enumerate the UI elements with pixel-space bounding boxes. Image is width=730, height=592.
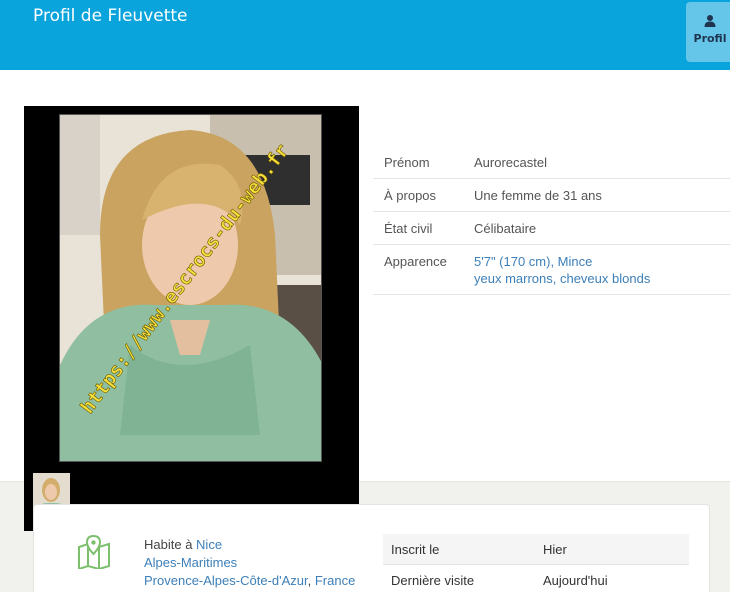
main-photo[interactable]: https://www.escrocs-du-web.fr [59, 114, 322, 462]
appearance-link-1[interactable]: 5'7" (170 cm), Mince [474, 254, 592, 269]
tab-profil-label: Profil [693, 32, 727, 45]
appearance-value: 5'7" (170 cm), Mince yeux marrons, cheve… [474, 253, 730, 287]
details-row-prenom: Prénom Aurorecastel [373, 146, 730, 179]
meta-value: Aujourd'hui [543, 572, 608, 588]
meta-label: Inscrit le [391, 541, 440, 557]
meta-label: Dernière visite [391, 572, 475, 588]
membership-table: Inscrit le Hier Dernière visite Aujourd'… [383, 534, 689, 592]
department-link[interactable]: Alpes-Maritimes [144, 555, 237, 570]
location-info: Habite à Nice Alpes-Maritimes Provence-A… [144, 536, 355, 590]
table-row: Inscrit le Hier [383, 534, 689, 565]
country-link[interactable]: France [315, 573, 355, 588]
details-value: Une femme de 31 ans [474, 188, 602, 203]
user-icon [704, 15, 716, 27]
watermark-text: https://www.escrocs-du-web.fr [76, 140, 293, 418]
appearance-link-2[interactable]: yeux marrons, cheveux blonds [474, 271, 650, 286]
photo-gallery: https://www.escrocs-du-web.fr [24, 106, 359, 531]
meta-value: Hier [543, 541, 567, 557]
location-separator: , [307, 573, 315, 588]
details-row-apropos: À propos Une femme de 31 ans [373, 179, 730, 212]
watermark: https://www.escrocs-du-web.fr [76, 140, 294, 419]
table-row: Dernière visite Aujourd'hui [383, 565, 689, 592]
details-label: État civil [384, 221, 433, 236]
details-label: Apparence [384, 254, 447, 269]
tab-profil[interactable]: Profil [686, 2, 730, 62]
map-icon [78, 535, 110, 569]
profile-details: Prénom Aurorecastel À propos Une femme d… [373, 146, 730, 295]
info-card: Habite à Nice Alpes-Maritimes Provence-A… [33, 504, 710, 592]
region-link[interactable]: Provence-Alpes-Côte-d'Azur [144, 573, 308, 588]
location-prefix: Habite à [144, 537, 197, 552]
page-title: Profil de Fleuvette [33, 6, 188, 26]
details-value: Aurorecastel [474, 155, 547, 170]
details-label: À propos [384, 188, 437, 203]
details-row-apparence: Apparence 5'7" (170 cm), Mince yeux marr… [373, 245, 730, 295]
details-label: Prénom [384, 155, 430, 170]
details-row-etat-civil: État civil Célibataire [373, 212, 730, 245]
profile-panel: https://www.escrocs-du-web.fr Prénom Aur… [0, 70, 730, 531]
city-link[interactable]: Nice [196, 537, 222, 552]
civil-status-link[interactable]: Célibataire [474, 220, 730, 237]
